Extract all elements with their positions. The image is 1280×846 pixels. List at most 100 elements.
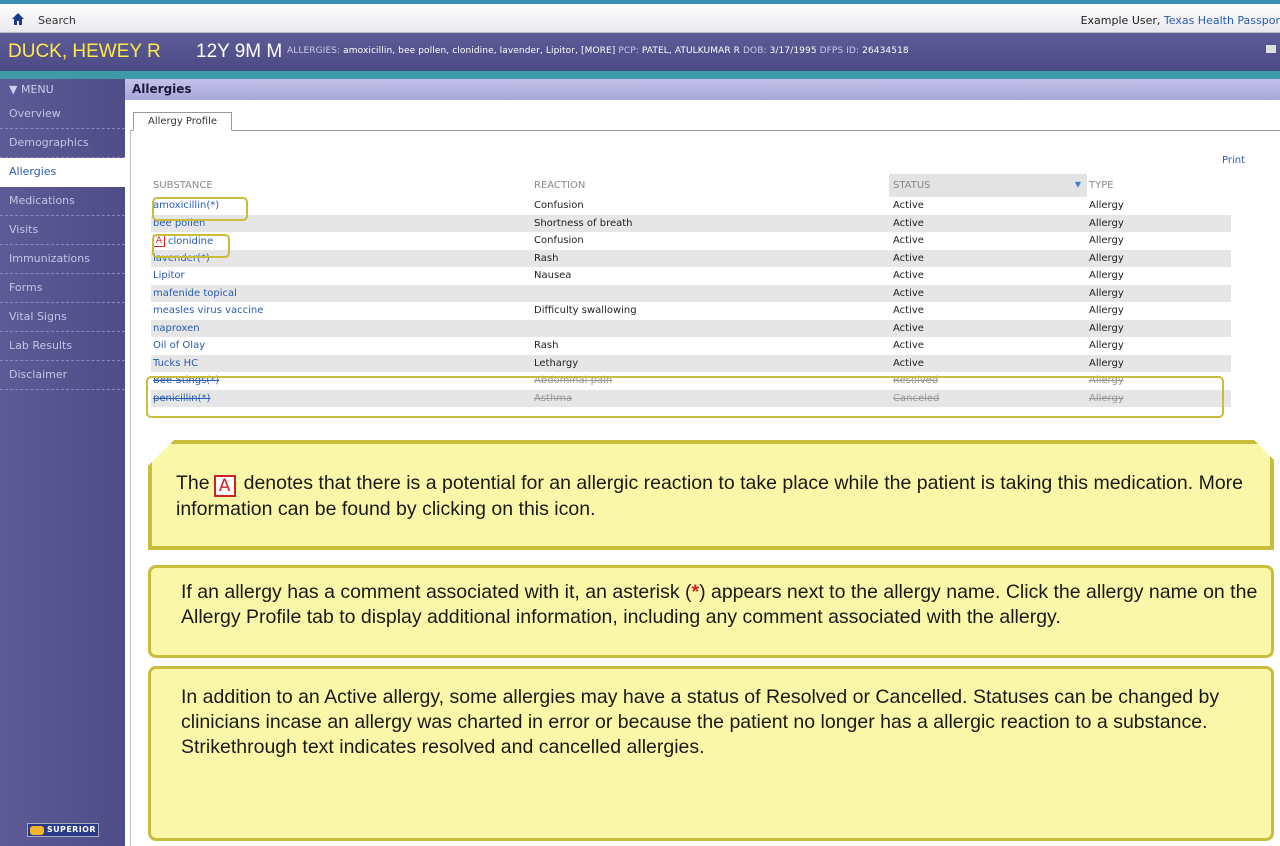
type-cell: Allergy	[1089, 235, 1124, 247]
dfps-label: DFPS ID:	[819, 46, 860, 56]
substance-link[interactable]: naproxen	[153, 323, 200, 334]
status-cell: Active	[893, 305, 924, 317]
sidebar-item-allergies[interactable]: Allergies	[0, 158, 125, 187]
patient-info: ALLERGIES: amoxicillin, bee pollen, clon…	[287, 46, 909, 56]
column-header-substance[interactable]: SUBSTANCE	[151, 174, 534, 197]
table-row: bee pollen Shortness of breath Active Al…	[151, 214, 1231, 232]
type-cell: Allergy	[1089, 340, 1124, 352]
table-row: Aclonidine Confusion Active Allergy	[151, 232, 1231, 250]
substance-link[interactable]: mafenide topical	[153, 288, 237, 299]
reaction-cell: Rash	[534, 249, 889, 267]
column-header-reaction[interactable]: REACTION	[534, 174, 889, 197]
type-cell: Allergy	[1087, 354, 1231, 372]
section-title: Allergies	[125, 79, 1280, 100]
status-cell: Active	[889, 354, 1087, 372]
status-cell: Active	[893, 270, 924, 282]
status-cell: Active	[893, 340, 924, 352]
tab-allergy-profile[interactable]: Allergy Profile	[133, 112, 232, 131]
sidebar-item-immunizations[interactable]: Immunizations	[0, 245, 125, 274]
highlight-clonidine-icon	[152, 234, 230, 258]
reaction-cell	[534, 319, 889, 337]
dob-value: 3/17/1995	[769, 46, 817, 56]
table-header-row: SUBSTANCE REACTION STATUS ▼ TYPE	[151, 174, 1231, 197]
substance-link[interactable]: Lipitor	[153, 270, 185, 281]
sidebar-menu: ▼ MENU Overview Demographics Allergies M…	[0, 79, 125, 846]
table-row: mafenide topical Active Allergy	[151, 284, 1231, 302]
table-row: amoxicillin(*) Confusion Active Allergy	[151, 197, 1231, 215]
printer-icon[interactable]	[1266, 45, 1276, 53]
type-cell: Allergy	[1087, 249, 1231, 267]
sidebar-item-forms[interactable]: Forms	[0, 274, 125, 303]
substance-link[interactable]: measles virus vaccine	[153, 305, 263, 316]
sidebar-item-lab-results[interactable]: Lab Results	[0, 332, 125, 361]
type-cell: Allergy	[1089, 270, 1124, 282]
table-row: lavender(*) Rash Active Allergy	[151, 249, 1231, 267]
type-cell: Allergy	[1087, 214, 1231, 232]
table-row: Lipitor Nausea Active Allergy	[151, 267, 1231, 285]
highlight-amoxicillin	[152, 197, 248, 221]
highlight-inactive-rows	[146, 376, 1224, 418]
status-header-label: STATUS	[893, 180, 931, 191]
logo-mark-icon	[30, 826, 44, 835]
table-row: measles virus vaccine Difficulty swallow…	[151, 302, 1231, 320]
search-link[interactable]: Search	[38, 14, 76, 27]
reaction-cell: Shortness of breath	[534, 214, 889, 232]
allergies-label: ALLERGIES:	[287, 46, 341, 56]
status-cell: Active	[889, 284, 1087, 302]
reaction-cell: Difficulty swallowing	[534, 305, 637, 317]
allergy-alert-icon: A	[213, 475, 236, 497]
sidebar-item-overview[interactable]: Overview	[0, 100, 125, 129]
callout-status-text: In addition to an Active allergy, some a…	[181, 686, 1220, 758]
callout-status: In addition to an Active allergy, some a…	[148, 666, 1274, 841]
content-border	[130, 130, 131, 846]
print-link[interactable]: Print	[1222, 155, 1245, 166]
user-name: Example User,	[1080, 14, 1161, 27]
sidebar-item-vital-signs[interactable]: Vital Signs	[0, 303, 125, 332]
table-row: Oil of Olay Rash Active Allergy	[151, 337, 1231, 355]
type-cell: Allergy	[1087, 284, 1231, 302]
asterisk-icon: *	[691, 581, 700, 603]
tab-divider	[130, 130, 1280, 131]
patient-banner: DUCK, HEWEY R 12Y 9M M ALLERGIES: amoxic…	[0, 33, 1280, 71]
callout-alert-after: denotes that there is a potential for an…	[176, 472, 1244, 520]
sidebar-item-medications[interactable]: Medications	[0, 187, 125, 216]
reaction-cell: Rash	[534, 340, 559, 352]
status-cell: Active	[893, 235, 924, 247]
patient-name: DUCK, HEWEY R	[8, 41, 161, 62]
table-row: Tucks HC Lethargy Active Allergy	[151, 354, 1231, 372]
organization-link[interactable]: Texas Health Passpor	[1164, 14, 1280, 27]
sort-down-icon[interactable]: ▼	[1075, 180, 1081, 189]
callout-asterisk: If an allergy has a comment associated w…	[148, 565, 1274, 658]
dob-label: DOB:	[743, 46, 767, 56]
substance-link[interactable]: Tucks HC	[153, 358, 198, 369]
type-cell: Allergy	[1089, 305, 1124, 317]
callout-asterisk-part1: If an allergy has a comment associated w…	[181, 581, 692, 603]
substance-link[interactable]: Oil of Olay	[153, 340, 205, 351]
column-header-status[interactable]: STATUS ▼	[889, 174, 1087, 197]
status-cell: Active	[889, 319, 1087, 337]
reaction-cell: Lethargy	[534, 354, 889, 372]
reaction-cell: Confusion	[534, 200, 584, 212]
allergy-table: SUBSTANCE REACTION STATUS ▼ TYPE amoxicil…	[151, 174, 1231, 407]
home-icon[interactable]	[12, 13, 24, 25]
sidebar-item-visits[interactable]: Visits	[0, 216, 125, 245]
reaction-cell	[534, 284, 889, 302]
status-cell: Active	[893, 200, 924, 212]
sidebar-item-disclaimer[interactable]: Disclaimer	[0, 361, 125, 390]
logo-text: SUPERIOR	[47, 825, 96, 834]
menu-toggle[interactable]: ▼ MENU	[0, 79, 125, 100]
pcp-value: PATEL, ATULKUMAR R	[641, 46, 741, 56]
table-row: naproxen Active Allergy	[151, 319, 1231, 337]
dfps-value: 26434518	[862, 46, 909, 56]
allergies-summary[interactable]: amoxicillin, bee pollen, clonidine, lave…	[343, 46, 615, 56]
callout-alert-text: The Adenotes that there is a potential fo…	[176, 471, 1256, 522]
type-cell: Allergy	[1089, 200, 1124, 212]
callout-alert-icon: The Adenotes that there is a potential fo…	[148, 440, 1274, 550]
user-area: Example User, Texas Health Passpor	[1081, 14, 1280, 27]
column-header-type[interactable]: TYPE	[1087, 174, 1231, 197]
sidebar-item-demographics[interactable]: Demographics	[0, 129, 125, 158]
type-cell: Allergy	[1087, 319, 1231, 337]
status-cell: Active	[889, 249, 1087, 267]
reaction-cell: Confusion	[534, 235, 584, 247]
top-search-bar: Search Example User, Texas Health Passpo…	[0, 0, 1280, 33]
